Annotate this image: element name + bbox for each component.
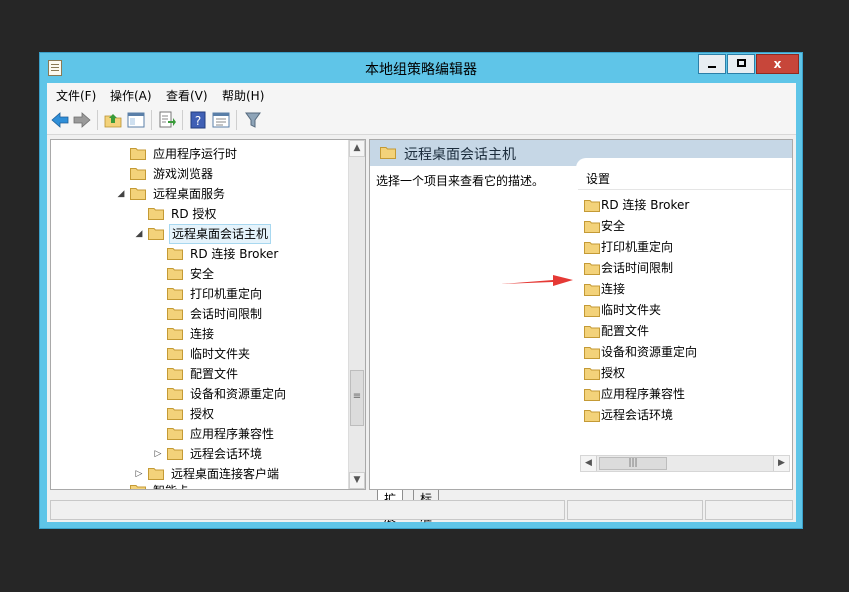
gpedit-window: 本地组策略编辑器 x 文件(F) 操作(A) 查看(V) 帮助(H) ? 应用程… xyxy=(39,52,803,529)
svg-text:?: ? xyxy=(195,114,201,128)
folder-icon xyxy=(584,410,600,422)
back-icon[interactable] xyxy=(50,110,70,130)
folder-icon xyxy=(167,308,183,320)
window-title: 本地组策略编辑器 xyxy=(365,62,477,78)
folder-icon xyxy=(148,468,164,480)
details-title: 远程桌面会话主机 xyxy=(404,147,516,163)
collapse-arrow-icon[interactable]: ◢ xyxy=(133,224,145,244)
details-pane: 远程桌面会话主机 选择一个项目来查看它的描述。 设置 RD 连接 Broker … xyxy=(369,139,793,490)
scroll-thumb[interactable]: ≡ xyxy=(350,370,364,426)
status-cell xyxy=(50,500,565,520)
toolbar-separator xyxy=(182,110,183,130)
status-cell xyxy=(567,500,703,520)
scroll-left-icon[interactable]: ◀ xyxy=(581,456,597,471)
status-cell xyxy=(705,500,793,520)
scroll-down-icon[interactable]: ▼ xyxy=(349,472,365,489)
folder-icon xyxy=(380,147,396,159)
folder-icon xyxy=(167,248,183,260)
menu-bar: 文件(F) 操作(A) 查看(V) 帮助(H) xyxy=(47,83,796,105)
up-folder-icon[interactable] xyxy=(103,110,123,130)
toolbar: ? xyxy=(47,105,796,135)
tree-pane[interactable]: 应用程序运行时 游戏浏览器 ◢ 远程桌面服务 RD 授权 ◢ 远程桌面会话主机 xyxy=(50,139,366,490)
scroll-right-icon[interactable]: ▶ xyxy=(773,456,789,471)
folder-icon xyxy=(167,428,183,440)
title-bar[interactable]: 本地组策略编辑器 x xyxy=(40,53,802,83)
red-arrow-icon xyxy=(501,275,573,286)
folder-icon xyxy=(167,328,183,340)
scroll-up-icon[interactable]: ▲ xyxy=(349,140,365,157)
toolbar-separator xyxy=(236,110,237,130)
details-description: 选择一个项目来查看它的描述。 xyxy=(376,174,545,188)
scroll-thumb[interactable]: ||| xyxy=(599,457,667,470)
folder-icon xyxy=(148,208,164,220)
settings-list[interactable]: 设置 RD 连接 Broker 安全 打印机重定向 会话时间限制 连接 临时文件… xyxy=(576,158,792,475)
expand-arrow-icon[interactable]: ▷ xyxy=(133,464,145,484)
folder-icon xyxy=(130,148,146,160)
folder-icon xyxy=(584,200,600,212)
toolbar-separator xyxy=(97,110,98,130)
menu-file[interactable]: 文件(F) xyxy=(56,87,96,104)
folder-icon xyxy=(584,263,600,275)
forward-icon[interactable] xyxy=(72,110,92,130)
help-icon[interactable]: ? xyxy=(188,110,208,130)
filter-icon[interactable] xyxy=(243,110,263,130)
folder-icon xyxy=(584,347,600,359)
folder-icon xyxy=(584,389,600,401)
collapse-arrow-icon[interactable]: ◢ xyxy=(115,184,127,204)
folder-icon xyxy=(167,348,183,360)
folder-open-icon xyxy=(130,188,146,200)
folder-open-icon xyxy=(148,228,164,240)
minimize-icon xyxy=(708,66,716,68)
folder-icon xyxy=(584,326,600,338)
menu-help[interactable]: 帮助(H) xyxy=(222,87,264,104)
export-list-icon[interactable] xyxy=(157,110,177,130)
folder-icon xyxy=(167,448,183,460)
folder-icon xyxy=(167,388,183,400)
folder-icon xyxy=(584,368,600,380)
minimize-button[interactable] xyxy=(698,54,726,74)
folder-icon xyxy=(167,288,183,300)
toolbar-separator xyxy=(151,110,152,130)
column-header-settings[interactable]: 设置 xyxy=(578,168,792,190)
expand-arrow-icon[interactable]: ▷ xyxy=(152,444,164,464)
folder-icon xyxy=(130,168,146,180)
folder-icon xyxy=(584,284,600,296)
folder-icon xyxy=(584,221,600,233)
close-icon: x xyxy=(773,57,782,71)
menu-action[interactable]: 操作(A) xyxy=(110,87,152,104)
folder-icon xyxy=(130,485,146,489)
properties-icon[interactable] xyxy=(211,110,231,130)
tree-vertical-scrollbar[interactable]: ▲ ≡ ▼ xyxy=(348,140,365,489)
list-horizontal-scrollbar[interactable]: ◀ ||| ▶ xyxy=(580,455,790,472)
folder-icon xyxy=(167,408,183,420)
menu-view[interactable]: 查看(V) xyxy=(166,87,208,104)
folder-icon xyxy=(584,305,600,317)
show-hide-tree-icon[interactable] xyxy=(126,110,146,130)
status-bar xyxy=(47,498,796,522)
folder-icon xyxy=(584,242,600,254)
close-button[interactable]: x xyxy=(756,54,799,74)
folder-icon xyxy=(167,368,183,380)
maximize-button[interactable] xyxy=(727,54,755,74)
folder-icon xyxy=(167,268,183,280)
maximize-icon xyxy=(736,59,746,67)
client-area: 文件(F) 操作(A) 查看(V) 帮助(H) ? 应用程序运行时 游戏浏览器 … xyxy=(47,83,796,524)
